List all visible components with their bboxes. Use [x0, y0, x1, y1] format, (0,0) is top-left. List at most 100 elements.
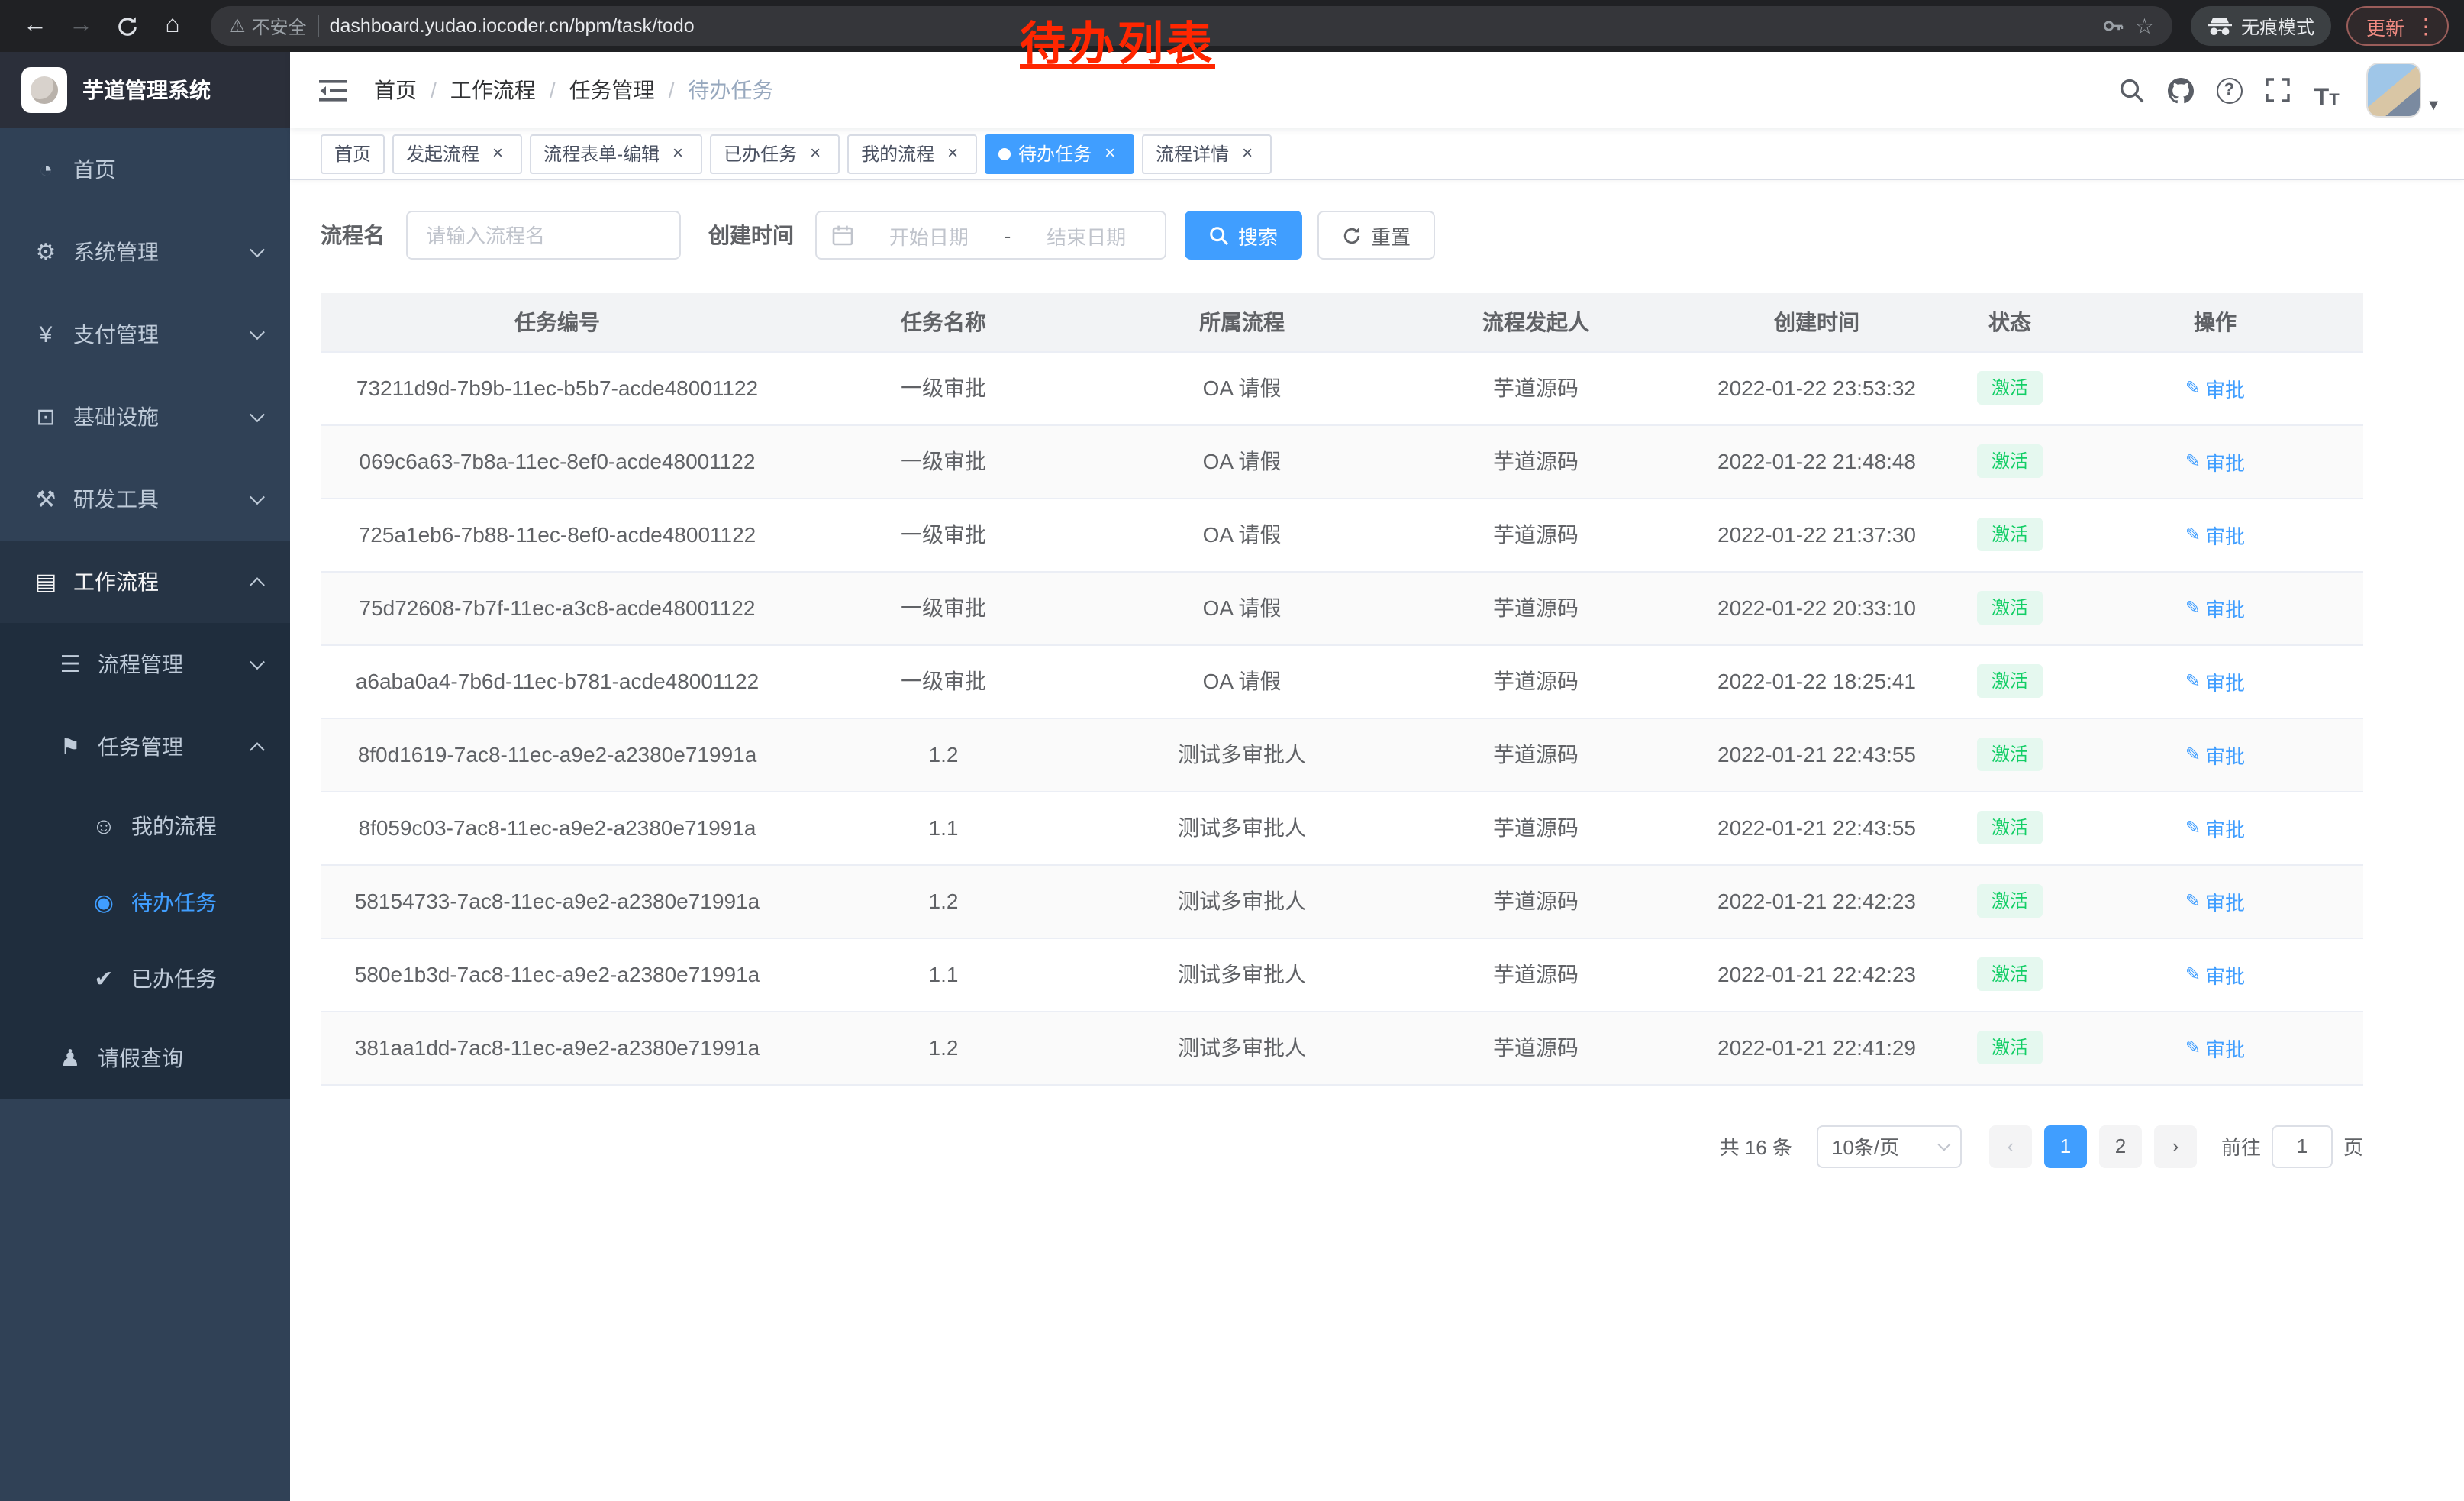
top-navbar: 首页 / 工作流程 / 任务管理 / 待办任务 ?	[290, 52, 2464, 128]
incognito-badge: 无痕模式	[2191, 6, 2331, 46]
tab-close-icon[interactable]: ×	[942, 143, 963, 164]
sidebar-item-workflow[interactable]: ▤ 工作流程	[0, 541, 290, 623]
approve-button[interactable]: ✎审批	[2185, 740, 2245, 769]
tab[interactable]: 发起流程 ×	[392, 134, 522, 173]
cell-task-name: 1.2	[794, 864, 1093, 938]
fullscreen-icon[interactable]	[2256, 69, 2299, 111]
status-badge: 激活	[1978, 664, 2042, 698]
breadcrumb-workflow[interactable]: 工作流程	[450, 75, 536, 105]
cell-task-id: a6aba0a4-7b6d-11ec-b781-acde48001122	[321, 644, 794, 718]
not-secure-warning[interactable]: ⚠ 不安全	[229, 13, 307, 39]
reset-button-label: 重置	[1371, 221, 1411, 250]
cell-task-name: 一级审批	[794, 498, 1093, 571]
back-icon[interactable]: ←	[15, 6, 55, 46]
goto-page-input[interactable]	[2272, 1125, 2333, 1167]
browser-menu-icon[interactable]: ⋮	[2415, 13, 2437, 39]
date-range-picker[interactable]: 开始日期 - 结束日期	[815, 211, 1166, 260]
sidebar-item-process-management[interactable]: ☰ 流程管理	[0, 623, 290, 705]
tab-label: 我的流程	[861, 140, 934, 166]
search-icon[interactable]	[2110, 69, 2153, 111]
breadcrumb-task-management[interactable]: 任务管理	[569, 75, 655, 105]
approve-button[interactable]: ✎审批	[2185, 667, 2245, 696]
sidebar-item-infrastructure[interactable]: ⊡ 基础设施	[0, 376, 290, 458]
approve-button[interactable]: ✎审批	[2185, 373, 2245, 402]
page-button-2[interactable]: 2	[2099, 1125, 2142, 1167]
sidebar-item-done-task[interactable]: ✔ 已办任务	[0, 941, 290, 1017]
sidebar-item-task-management[interactable]: ⚑ 任务管理	[0, 705, 290, 788]
process-name-input[interactable]	[406, 211, 681, 260]
end-date-placeholder[interactable]: 结束日期	[1023, 221, 1150, 250]
page-button-1[interactable]: 1	[2044, 1125, 2087, 1167]
tab-bar: 首页 发起流程 × 流程表单-编辑 × 已办任务 × 我的流程 × 待办任务 ×…	[290, 128, 2464, 180]
cell-initiator: 芋道源码	[1391, 571, 1681, 644]
address-bar[interactable]: ⚠ 不安全 dashboard.yudao.iocoder.cn/bpm/tas…	[211, 6, 2172, 46]
approve-button[interactable]: ✎审批	[2185, 447, 2245, 476]
person-icon: ♟	[55, 1044, 85, 1072]
cell-status: 激活	[1953, 938, 2067, 1011]
tab-close-icon[interactable]: ×	[667, 143, 689, 164]
user-menu[interactable]: ▼	[2366, 63, 2441, 118]
sidebar-item-devtools[interactable]: ⚒ 研发工具	[0, 458, 290, 541]
cell-process: OA 请假	[1093, 571, 1391, 644]
forward-icon[interactable]: →	[61, 6, 101, 46]
start-date-placeholder[interactable]: 开始日期	[866, 221, 992, 250]
reload-icon[interactable]	[107, 6, 147, 46]
font-size-icon[interactable]: TT	[2305, 69, 2348, 111]
approve-button[interactable]: ✎审批	[2185, 813, 2245, 842]
approve-button[interactable]: ✎审批	[2185, 960, 2245, 989]
tab[interactable]: 流程表单-编辑 ×	[530, 134, 702, 173]
cell-task-name: 1.1	[794, 791, 1093, 864]
approve-button[interactable]: ✎审批	[2185, 593, 2245, 622]
tab[interactable]: 待办任务 ×	[985, 134, 1134, 173]
cell-created-time: 2022-01-21 22:43:55	[1681, 791, 1953, 864]
page-size-select[interactable]: 10条/页	[1817, 1125, 1962, 1167]
help-icon[interactable]: ?	[2208, 69, 2250, 111]
approve-button[interactable]: ✎审批	[2185, 520, 2245, 549]
next-page-button[interactable]: ›	[2154, 1125, 2197, 1167]
prev-page-button[interactable]: ‹	[1989, 1125, 2032, 1167]
sidebar-item-system[interactable]: ⚙ 系统管理	[0, 211, 290, 293]
password-key-icon[interactable]	[2103, 15, 2124, 37]
table-row: a6aba0a4-7b6d-11ec-b781-acde48001122 一级审…	[321, 644, 2363, 718]
url-divider	[318, 15, 319, 37]
cell-created-time: 2022-01-22 21:48:48	[1681, 424, 1953, 498]
sidebar-item-home[interactable]: ◔ 首页	[0, 128, 290, 211]
sidebar-item-payment[interactable]: ¥ 支付管理	[0, 293, 290, 376]
breadcrumb-separator: /	[669, 78, 675, 102]
sidebar-toggle-icon[interactable]	[313, 73, 353, 108]
cell-actions: ✎审批	[2067, 1011, 2363, 1084]
cell-created-time: 2022-01-22 20:33:10	[1681, 571, 1953, 644]
bookmark-star-icon[interactable]: ☆	[2135, 13, 2154, 39]
tab[interactable]: 我的流程 ×	[847, 134, 977, 173]
breadcrumb-home[interactable]: 首页	[374, 75, 417, 105]
tab[interactable]: 已办任务 ×	[710, 134, 840, 173]
tab-close-icon[interactable]: ×	[1099, 143, 1121, 164]
main-content: 首页 / 工作流程 / 任务管理 / 待办任务 ?	[290, 52, 2464, 1501]
search-button[interactable]: 搜索	[1185, 211, 1302, 260]
approve-button[interactable]: ✎审批	[2185, 1033, 2245, 1062]
filter-bar: 流程名 创建时间 开始日期 - 结束日期 搜索 重置	[290, 180, 2464, 260]
url-text[interactable]: dashboard.yudao.iocoder.cn/bpm/task/todo	[330, 15, 695, 37]
approve-button[interactable]: ✎审批	[2185, 886, 2245, 915]
tab-close-icon[interactable]: ×	[487, 143, 508, 164]
update-button[interactable]: 更新 ⋮	[2346, 6, 2449, 46]
sidebar-item-leave-query[interactable]: ♟ 请假查询	[0, 1017, 290, 1099]
cell-task-id: 069c6a63-7b8a-11ec-8ef0-acde48001122	[321, 424, 794, 498]
tab-close-icon[interactable]: ×	[805, 143, 826, 164]
home-icon[interactable]: ⌂	[153, 6, 192, 46]
app-logo-row[interactable]: 芋道管理系统	[0, 52, 290, 128]
tab[interactable]: 首页	[321, 134, 385, 173]
github-icon[interactable]	[2159, 69, 2201, 111]
cell-status: 激活	[1953, 791, 2067, 864]
chevron-down-icon	[250, 324, 265, 340]
tab[interactable]: 流程详情 ×	[1142, 134, 1272, 173]
reset-button[interactable]: 重置	[1317, 211, 1435, 260]
sidebar-item-todo-task[interactable]: ◉ 待办任务	[0, 864, 290, 941]
date-range-separator: -	[1005, 224, 1011, 247]
cell-task-name: 一级审批	[794, 644, 1093, 718]
tab-close-icon[interactable]: ×	[1237, 143, 1258, 164]
incognito-label: 无痕模式	[2241, 13, 2314, 39]
cell-actions: ✎审批	[2067, 791, 2363, 864]
cell-task-id: 8f0d1619-7ac8-11ec-a9e2-a2380e71991a	[321, 718, 794, 791]
sidebar-item-my-process[interactable]: ☺ 我的流程	[0, 788, 290, 864]
